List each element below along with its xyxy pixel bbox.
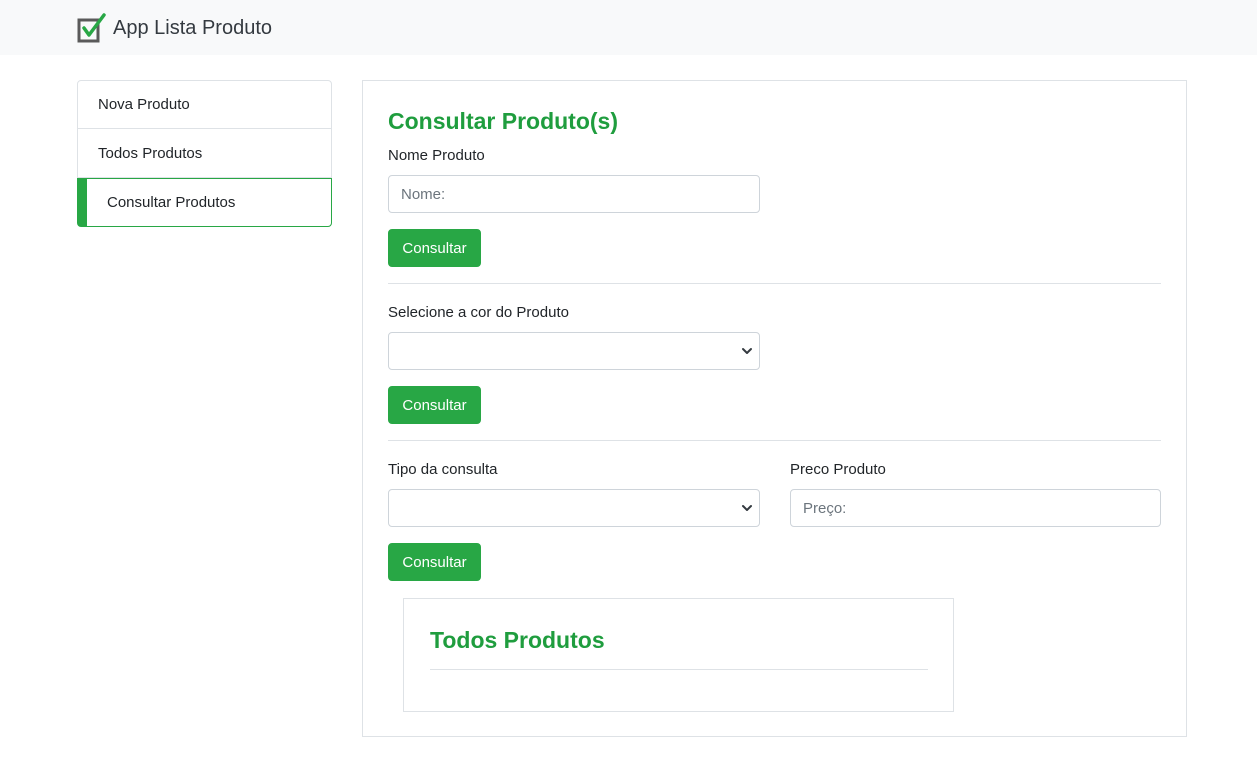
chevron-down-icon xyxy=(742,505,752,511)
sidebar-item-label: Todos Produtos xyxy=(98,144,203,162)
divider xyxy=(430,669,928,670)
page-title: Consultar Produto(s) xyxy=(388,108,618,134)
name-input[interactable] xyxy=(388,175,760,213)
consultar-name-button[interactable]: Consultar xyxy=(388,229,481,267)
consultar-price-button[interactable]: Consultar xyxy=(388,543,481,581)
main-panel: Consultar Produto(s) Nome Produto Consul… xyxy=(362,80,1187,737)
sidebar-item-label: Nova Produto xyxy=(98,96,190,113)
consultar-color-button[interactable]: Consultar xyxy=(388,386,481,424)
sidebar-item-label: Consultar Produtos xyxy=(107,194,236,211)
sidebar-item-nova-produto[interactable]: Nova Produto xyxy=(77,80,332,129)
results-title: Todos Produtos xyxy=(430,627,605,653)
price-input[interactable] xyxy=(790,489,1161,527)
brand[interactable]: App Lista Produto xyxy=(77,12,272,44)
query-type-label: Tipo da consulta xyxy=(388,461,498,478)
name-label: Nome Produto xyxy=(388,147,485,164)
navbar: App Lista Produto xyxy=(0,0,1257,55)
results-card: Todos Produtos xyxy=(403,598,954,712)
color-label: Selecione a cor do Produto xyxy=(388,304,569,321)
divider xyxy=(388,440,1161,441)
checkbox-check-icon xyxy=(77,13,106,43)
app-title: App Lista Produto xyxy=(113,17,272,39)
price-label: Preco Produto xyxy=(790,461,886,478)
divider xyxy=(388,283,1161,284)
sidebar-item-todos-produtos[interactable]: Todos Produtos xyxy=(77,129,332,178)
sidebar: Nova Produto Todos Produtos Consultar Pr… xyxy=(77,80,332,227)
query-type-select[interactable] xyxy=(388,489,760,527)
chevron-down-icon xyxy=(742,348,752,354)
color-select[interactable] xyxy=(388,332,760,370)
sidebar-item-consultar-produtos[interactable]: Consultar Produtos xyxy=(77,178,332,227)
